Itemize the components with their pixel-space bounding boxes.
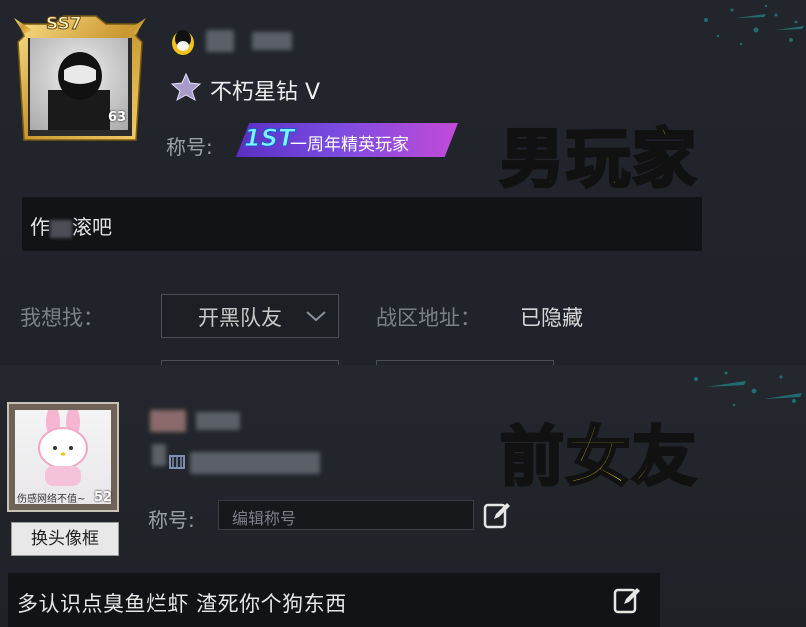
signature-text: 作滚吧: [30, 211, 112, 240]
level-badge: 52: [94, 490, 113, 505]
blurred-name-part: [152, 444, 166, 466]
overlay-label-ex-girlfriend: 前女友: [499, 420, 698, 497]
edit-icon[interactable]: [612, 585, 642, 615]
frame-badge-text: SS7: [46, 14, 83, 35]
blurred-word: [50, 219, 72, 238]
signature-text: 多认识点臭鱼烂虾 渣死你个狗东西: [17, 592, 347, 616]
blurred-name-part: [196, 412, 240, 430]
title-badge-logo: 1ST: [243, 124, 295, 153]
region-label: 战区地址：: [376, 306, 481, 330]
signature-box: [22, 197, 702, 251]
edit-icon[interactable]: [482, 500, 512, 530]
overlay-label-male-player: 男玩家: [499, 122, 698, 199]
title-badge-text: 一周年精英玩家: [290, 135, 409, 155]
looking-for-label: 我想找：: [20, 306, 104, 330]
qq-penguin-icon: [172, 30, 194, 55]
blurred-name-part: [150, 410, 186, 432]
title-label: 称号:: [148, 508, 195, 532]
rank-small-icon: [169, 455, 185, 469]
male-player-profile-panel: SS7 63 不朽星钻 V 称号: 1ST 一周年精英玩家 作滚吧 我想找： 开…: [0, 0, 806, 365]
signature-text-prefix: 作: [30, 215, 50, 239]
blurred-rank-text: [190, 452, 320, 474]
blurred-name-part: [252, 32, 292, 50]
rank-text: 不朽星钻 V: [210, 80, 321, 105]
signature-text-suffix: 滚吧: [72, 215, 112, 239]
level-badge: 63: [108, 110, 127, 125]
splatter-decoration: [704, 4, 804, 46]
region-value: 已隐藏: [520, 306, 583, 330]
looking-for-value: 开黑队友: [198, 306, 282, 330]
avatar-caption: 伤感网络不值~: [17, 494, 86, 505]
chevron-down-icon[interactable]: [305, 309, 327, 323]
title-label: 称号:: [166, 135, 213, 159]
rank-star-icon: [170, 72, 202, 102]
edit-title-placeholder: 编辑称号: [232, 509, 297, 528]
blurred-name-part: [206, 30, 234, 52]
change-frame-button[interactable]: 换头像框: [11, 522, 119, 556]
